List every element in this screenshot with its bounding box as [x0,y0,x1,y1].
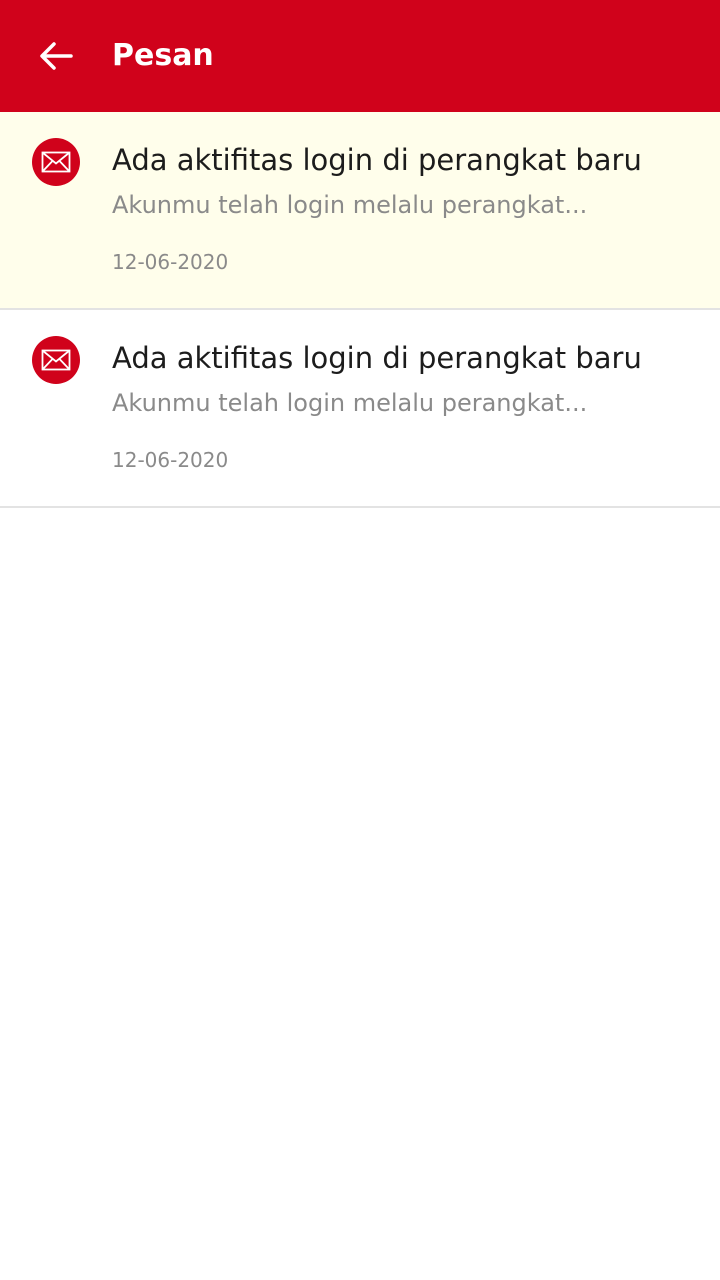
mail-icon [32,138,80,186]
page-title: Pesan [112,38,214,73]
app-bar: Pesan [0,0,720,112]
message-list: Ada aktifitas login di perangkat baru Ak… [0,112,720,508]
message-preview: Akunmu telah login melalu perangkat... [112,389,588,417]
message-item[interactable]: Ada aktifitas login di perangkat baru Ak… [0,112,720,310]
arrow-left-icon [40,42,73,70]
messages-screen: Pesan Ada aktifitas login di perangkat b… [0,0,720,1280]
message-item[interactable]: Ada aktifitas login di perangkat baru Ak… [0,310,720,508]
back-button[interactable] [28,28,84,84]
message-preview: Akunmu telah login melalu perangkat... [112,191,588,219]
mail-icon [32,336,80,384]
message-title: Ada aktifitas login di perangkat baru [112,341,642,375]
message-date: 12-06-2020 [112,448,229,472]
message-title: Ada aktifitas login di perangkat baru [112,143,642,177]
message-date: 12-06-2020 [112,250,229,274]
